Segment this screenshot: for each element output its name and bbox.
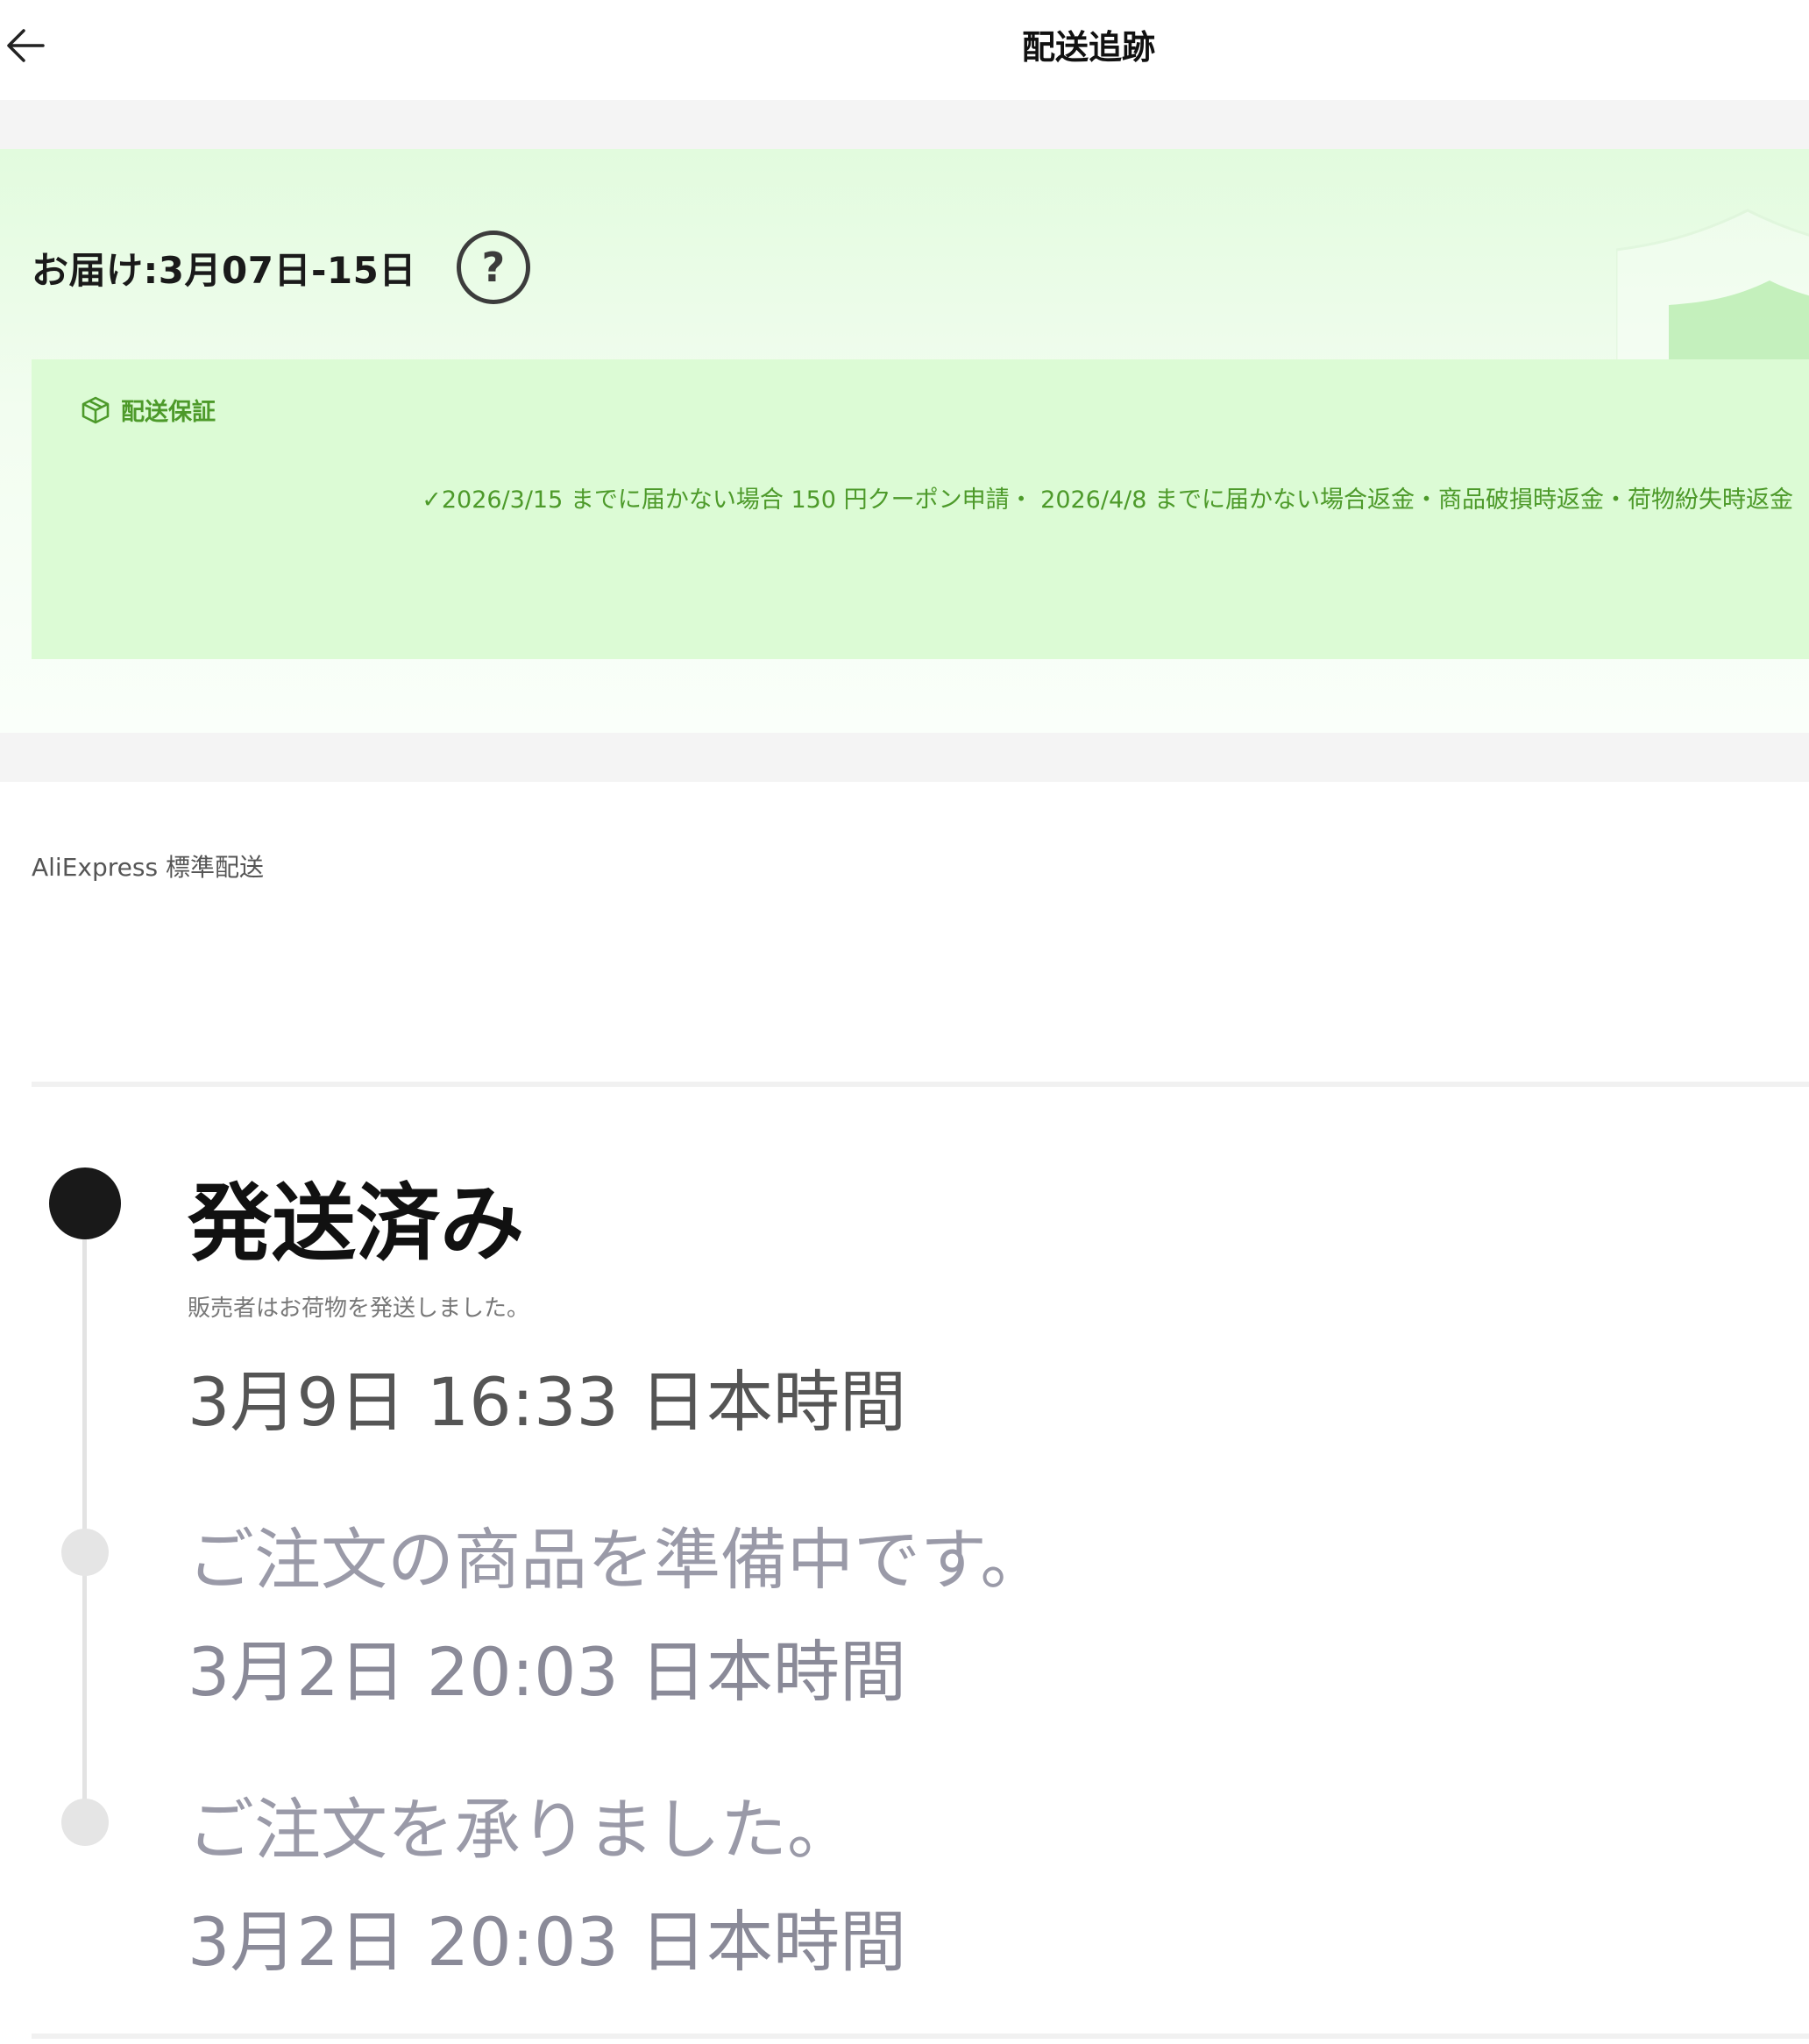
event-time: 3月2日 20:03 日本時間: [188, 1903, 907, 1981]
delivery-estimate-row: お届け:3月07日-15日 ?: [32, 228, 530, 307]
divider: [32, 1082, 1809, 1087]
timeline-dot-active: [49, 1167, 121, 1239]
shipping-method-label: AliExpress 標準配送: [32, 853, 264, 882]
event-time: 3月9日 16:33 日本時間: [188, 1363, 907, 1441]
timeline-dot: [61, 1799, 109, 1846]
event-description: 販売者はお荷物を発送しました。: [188, 1295, 530, 1322]
event-status: ご注文の商品を準備中です。: [188, 1521, 1047, 1599]
guarantee-title: 配送保証: [121, 399, 216, 426]
divider: [32, 2033, 1809, 2039]
tracking-page: 配送追跡 お届け:3月07日-15日 ? 配送保証 ✓2026/3/15 までに…: [0, 0, 1809, 2044]
delivery-estimate-card: お届け:3月07日-15日 ? 配送保証 ✓2026/3/15 までに届かない場…: [0, 149, 1809, 733]
package-box-icon: [82, 396, 110, 423]
question-circle-icon: ?: [481, 244, 506, 291]
top-bar: 配送追跡: [0, 0, 1809, 100]
guarantee-detail: ✓2026/3/15 までに届かない場合 150 円クーポン申請・ 2026/4…: [422, 486, 1793, 514]
event-status: 発送済み: [188, 1175, 524, 1273]
guarantee-header: 配送保証: [81, 393, 216, 427]
page-title: 配送追跡: [1021, 27, 1155, 67]
help-button[interactable]: ?: [456, 231, 530, 304]
delivery-guarantee-box: 配送保証 ✓2026/3/15 までに届かない場合 150 円クーポン申請・ 2…: [32, 359, 1809, 659]
delivery-estimate-text: お届け:3月07日-15日: [32, 248, 416, 292]
timeline-dot: [61, 1529, 109, 1576]
section-gap: [0, 100, 1809, 149]
event-time: 3月2日 20:03 日本時間: [188, 1633, 907, 1711]
event-status: ご注文を承りました。: [188, 1791, 854, 1869]
section-gap: [0, 733, 1809, 782]
timeline-line: [82, 1203, 87, 1816]
